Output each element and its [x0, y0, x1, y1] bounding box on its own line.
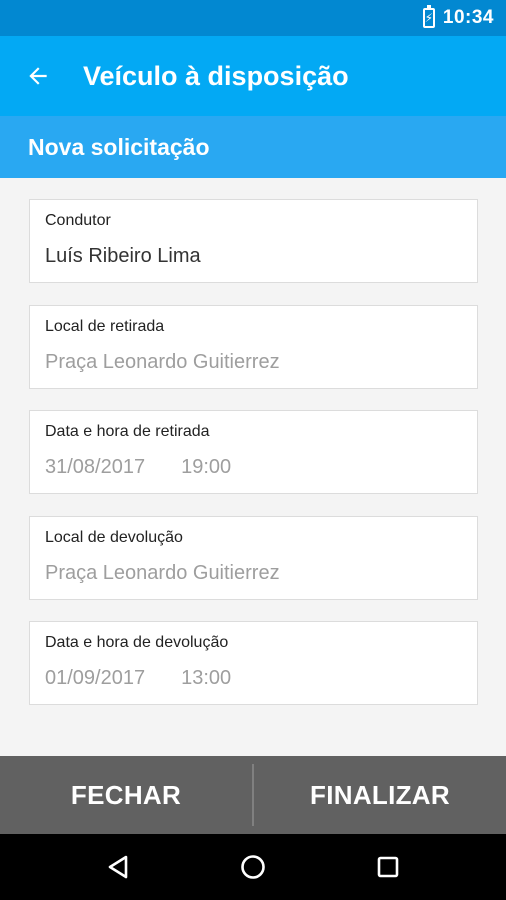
nav-back-button[interactable]: [88, 837, 148, 897]
return-datetime-label: Data e hora de devolução: [45, 634, 229, 651]
page-title: Veículo à disposição: [83, 60, 349, 91]
arrow-back-icon: [29, 67, 47, 85]
nav-home-icon: [241, 855, 265, 879]
action-bar: FECHAR FINALIZAR: [0, 756, 506, 834]
close-button[interactable]: FECHAR: [0, 756, 252, 834]
return-datetime-values: 01/09/2017 13:00: [45, 666, 462, 690]
return-time-input[interactable]: 13:00: [181, 667, 231, 689]
pickup-datetime-values: 31/08/2017 19:00: [45, 455, 462, 479]
driver-label: Condutor: [45, 212, 111, 229]
battery-charging-icon: ⚡: [422, 5, 435, 28]
return-date-input[interactable]: 01/09/2017: [45, 667, 145, 689]
pickup-location-label: Local de retirada: [45, 318, 165, 335]
system-nav-bar: [0, 834, 506, 900]
section-header: Nova solicitação: [0, 116, 506, 178]
return-location-label: Local de devolução: [45, 529, 183, 546]
driver-value: Luís Ribeiro Lima: [45, 245, 201, 267]
pickup-location-field[interactable]: Local de retirada Praça Leonardo Guitier…: [29, 305, 478, 389]
return-datetime-field: Data e hora de devolução 01/09/2017 13:00: [29, 621, 478, 705]
return-location-placeholder: Praça Leonardo Guitierrez: [45, 562, 280, 584]
nav-back-icon: [108, 855, 127, 879]
pickup-time-input[interactable]: 19:00: [181, 456, 231, 478]
request-form: Condutor Luís Ribeiro Lima Local de reti…: [0, 178, 506, 756]
pickup-datetime-label: Data e hora de retirada: [45, 423, 210, 440]
finish-button[interactable]: FINALIZAR: [254, 756, 506, 834]
status-bar: ⚡ 10:34: [0, 0, 506, 36]
pickup-date-input[interactable]: 31/08/2017: [45, 456, 145, 478]
nav-recents-button[interactable]: [358, 837, 418, 897]
pickup-datetime-field: Data e hora de retirada 31/08/2017 19:00: [29, 410, 478, 494]
back-button[interactable]: [0, 36, 78, 116]
pickup-location-placeholder: Praça Leonardo Guitierrez: [45, 351, 280, 373]
nav-home-button[interactable]: [223, 837, 283, 897]
app-bar: Veículo à disposição: [0, 36, 506, 116]
status-time: 10:34: [442, 7, 494, 28]
nav-recents-icon: [378, 856, 399, 878]
return-location-field[interactable]: Local de devolução Praça Leonardo Guitie…: [29, 516, 478, 600]
driver-field[interactable]: Condutor Luís Ribeiro Lima: [29, 199, 478, 283]
